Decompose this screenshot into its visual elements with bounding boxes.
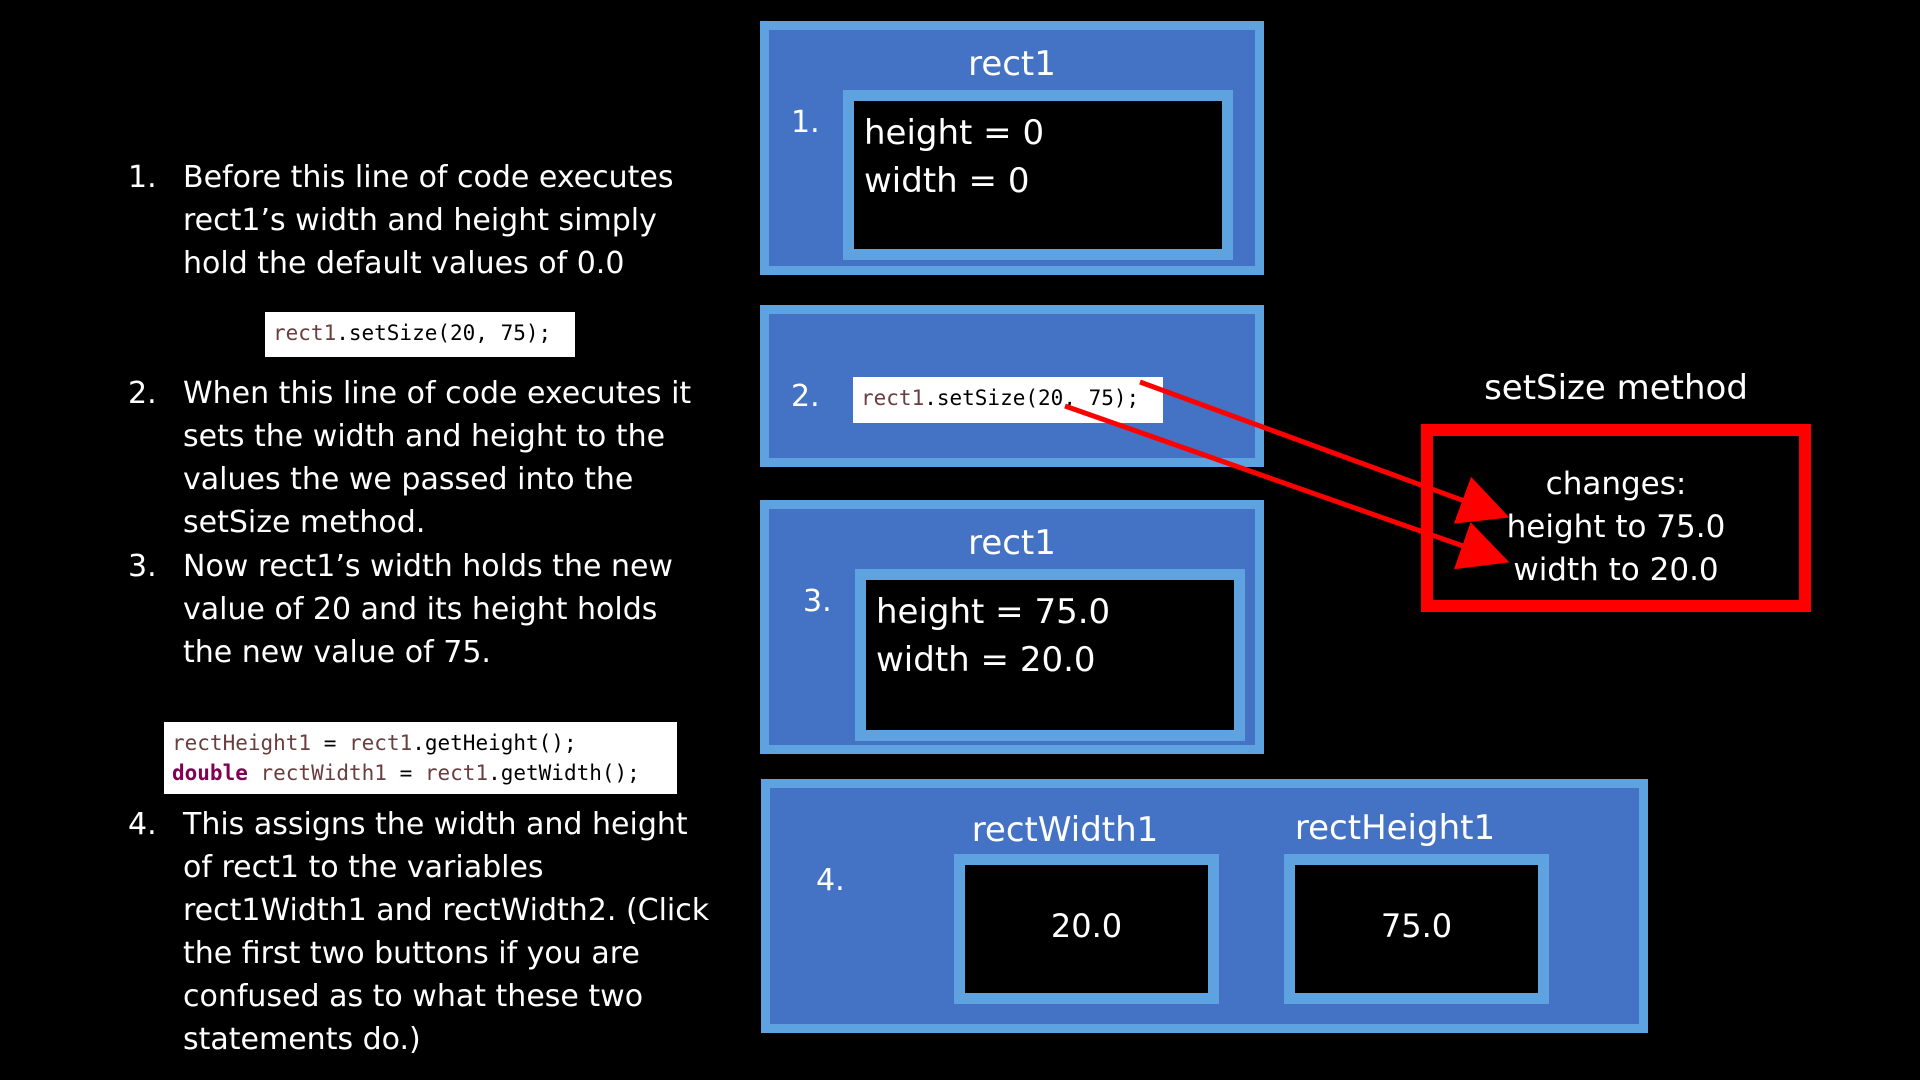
arrows-layer	[1064, 379, 1510, 570]
arrow-width	[1064, 403, 1510, 570]
